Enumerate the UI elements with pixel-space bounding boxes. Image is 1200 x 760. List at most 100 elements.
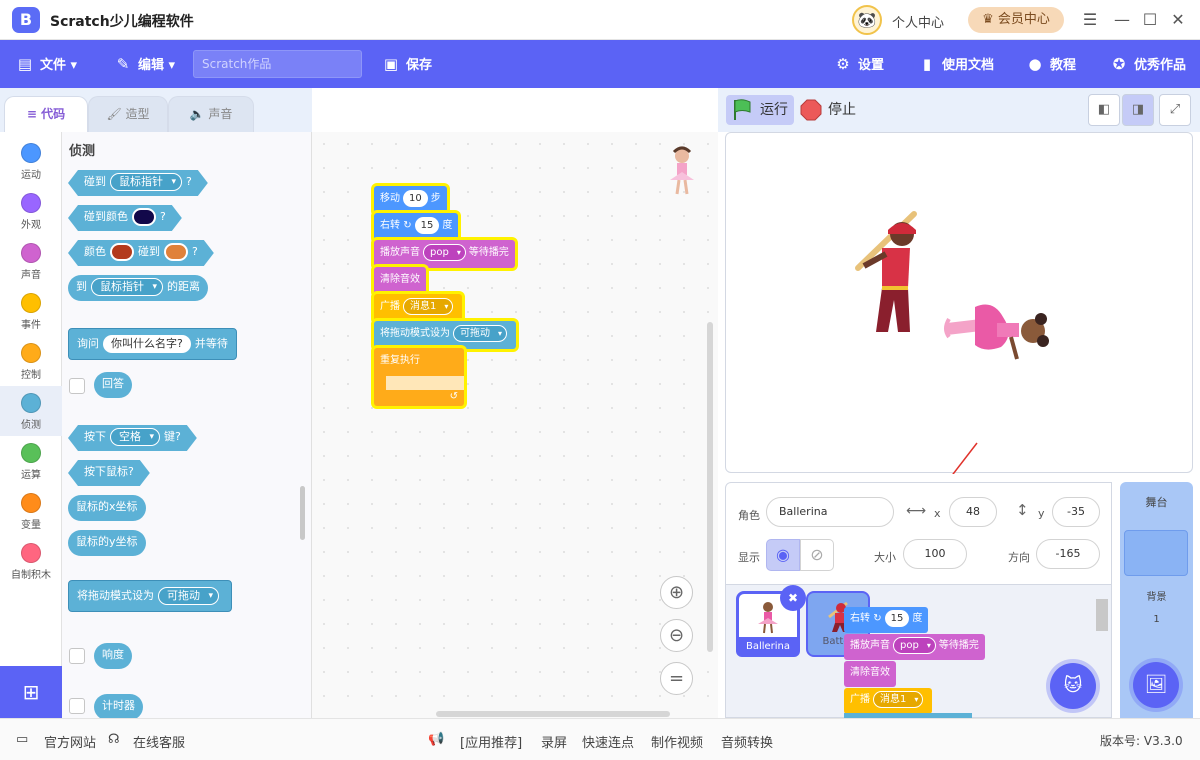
tab-costume[interactable]: 🖌 造型 xyxy=(88,96,168,132)
sprite-name-input[interactable]: Ballerina xyxy=(766,497,894,527)
stage-thumbnail[interactable] xyxy=(1124,530,1188,576)
color-swatch[interactable] xyxy=(110,243,134,261)
dropdown[interactable]: 鼠标指针 xyxy=(110,173,182,191)
block-distance-to[interactable]: 到鼠标指针的距离 xyxy=(68,275,208,301)
script-scrollbar-horizontal[interactable] xyxy=(436,711,670,717)
zoom-reset-button[interactable]: = xyxy=(660,662,693,695)
script-forever-block[interactable]: 重复执行 ↺ xyxy=(374,348,464,406)
delete-sprite-button[interactable]: ✖ xyxy=(780,585,806,611)
dropdown[interactable]: 消息1 xyxy=(403,298,454,315)
project-name-input[interactable]: Scratch作品 xyxy=(193,50,362,78)
category-8[interactable]: 变量 xyxy=(0,486,62,536)
dropdown[interactable]: pop xyxy=(423,244,466,261)
showcase-button[interactable]: ✪ 优秀作品 xyxy=(1110,40,1186,88)
website-link[interactable]: 官方网站 xyxy=(44,732,96,751)
dropdown[interactable]: 可拖动 xyxy=(158,587,219,605)
audio-link[interactable]: 音频转换 xyxy=(721,732,773,751)
clicker-link[interactable]: 快速连点 xyxy=(582,732,634,751)
edit-menu[interactable]: ✎ 编辑 ▾ xyxy=(114,40,175,88)
vip-center-button[interactable]: ♛ 会员中心 xyxy=(968,7,1064,33)
block-set-drag-mode[interactable]: 将拖动模式设为 可拖动 xyxy=(68,580,232,612)
hide-sprite-button[interactable]: ⊘ xyxy=(800,539,834,571)
stop-button[interactable]: 停止 xyxy=(800,95,870,125)
text-input[interactable]: 你叫什么名字? xyxy=(103,335,191,353)
script-move-block[interactable]: 移动 10 步 xyxy=(374,186,447,214)
script-play-sound-block[interactable]: 播放声音pop等待播完 xyxy=(374,240,515,268)
block-key-pressed[interactable]: 按下空格键? xyxy=(68,425,197,451)
size-input[interactable]: 100 xyxy=(903,539,967,569)
color-swatch[interactable] xyxy=(164,243,188,261)
block-answer[interactable]: 回答 xyxy=(94,372,132,398)
tutorial-button[interactable]: ● 教程 xyxy=(1026,40,1076,88)
block-mouse-x[interactable]: 鼠标的x坐标 xyxy=(68,495,146,521)
checkbox[interactable] xyxy=(69,648,85,664)
palette-scrollbar[interactable] xyxy=(300,486,305,540)
block-mouse-down[interactable]: 按下鼠标? xyxy=(68,460,150,486)
run-button[interactable]: 运行 xyxy=(726,95,794,125)
dragged-clear-effects-block[interactable]: 清除音效 xyxy=(844,661,896,687)
record-link[interactable]: 录屏 xyxy=(541,732,567,751)
settings-button[interactable]: ⚙ 设置 xyxy=(834,40,884,88)
checkbox[interactable] xyxy=(69,698,85,714)
number-input[interactable]: 15 xyxy=(884,610,910,627)
category-2[interactable]: 外观 xyxy=(0,186,62,236)
direction-input[interactable]: -165 xyxy=(1036,539,1100,569)
script-clear-effects-block[interactable]: 清除音效 xyxy=(374,267,426,295)
number-input[interactable]: 10 xyxy=(403,190,428,207)
stage-canvas[interactable] xyxy=(725,132,1193,474)
tab-code[interactable]: ≡ 代码 xyxy=(4,96,88,132)
add-extension-button[interactable]: ⊞ xyxy=(0,666,62,718)
category-9[interactable]: 自制积木 xyxy=(0,536,62,586)
dropdown[interactable]: 空格 xyxy=(110,428,160,446)
script-turn-block[interactable]: 右转 ↻ 15 度 xyxy=(374,213,459,241)
dropdown[interactable]: 消息1 xyxy=(873,691,924,708)
menu-icon[interactable]: ☰ xyxy=(1078,8,1102,32)
category-5[interactable]: 控制 xyxy=(0,336,62,386)
dragged-broadcast-block[interactable]: 广播 消息1 xyxy=(844,688,933,714)
block-ask-and-wait[interactable]: 询问 你叫什么名字? 并等待 xyxy=(68,328,237,360)
dropdown[interactable]: 可拖动 xyxy=(453,325,507,342)
minimize-icon[interactable]: — xyxy=(1110,8,1134,32)
close-icon[interactable]: ✕ xyxy=(1166,8,1190,32)
block-loudness[interactable]: 响度 xyxy=(94,643,132,669)
show-sprite-button[interactable]: ◉ xyxy=(766,539,800,571)
color-swatch[interactable] xyxy=(132,208,156,226)
category-6[interactable]: 侦测 xyxy=(0,386,62,436)
normal-stage-button[interactable]: ◨ xyxy=(1122,94,1154,126)
category-3[interactable]: 声音 xyxy=(0,236,62,286)
file-menu[interactable]: ▤ 文件 ▾ xyxy=(16,40,77,88)
script-set-drag-block[interactable]: 将拖动模式设为 可拖动 xyxy=(374,321,516,349)
script-area[interactable]: 移动10步 右转 ↻15度 播放声音pop等待播完 清除音效 广播消息1 将拖动… xyxy=(312,132,718,718)
zoom-in-button[interactable]: ⊕ xyxy=(660,576,693,609)
avatar[interactable]: 🐼 xyxy=(852,5,882,35)
docs-button[interactable]: ▮ 使用文档 xyxy=(918,40,994,88)
block-touching[interactable]: 碰到鼠标指针? xyxy=(68,170,208,196)
add-backdrop-button[interactable]: 🖼 xyxy=(1133,662,1179,708)
block-color-touching[interactable]: 颜色 碰到? xyxy=(68,240,214,266)
block-touching-color[interactable]: 碰到颜色? xyxy=(68,205,182,231)
y-input[interactable]: -35 xyxy=(1052,497,1100,527)
script-scrollbar-vertical[interactable] xyxy=(707,322,713,652)
video-link[interactable]: 制作视频 xyxy=(651,732,703,751)
add-sprite-button[interactable]: 🐱 xyxy=(1050,663,1096,709)
block-mouse-y[interactable]: 鼠标的y坐标 xyxy=(68,530,146,556)
dropdown[interactable]: pop xyxy=(893,637,936,654)
category-1[interactable]: 运动 xyxy=(0,136,62,186)
dragged-play-sound-block[interactable]: 播放声音pop等待播完 xyxy=(844,634,985,660)
dragged-turn-block[interactable]: 右转 ↻ 15 度 xyxy=(844,607,929,633)
service-link[interactable]: 在线客服 xyxy=(133,732,185,751)
checkbox[interactable] xyxy=(69,378,85,394)
sprite-list-scrollbar[interactable] xyxy=(1096,599,1108,631)
category-4[interactable]: 事件 xyxy=(0,286,62,336)
category-7[interactable]: 运算 xyxy=(0,436,62,486)
x-input[interactable]: 48 xyxy=(949,497,997,527)
stage-selector[interactable]: 舞台 背景 1 🖼 xyxy=(1120,482,1193,718)
save-button[interactable]: ▣ 保存 xyxy=(382,40,432,88)
block-timer[interactable]: 计时器 xyxy=(94,694,143,720)
tab-sound[interactable]: 🔈 声音 xyxy=(168,96,254,132)
user-center-link[interactable]: 个人中心 xyxy=(892,12,944,31)
small-stage-button[interactable]: ◧ xyxy=(1088,94,1120,126)
fullscreen-button[interactable]: ⤢ xyxy=(1159,94,1191,126)
maximize-icon[interactable]: ☐ xyxy=(1138,8,1162,32)
dropdown[interactable]: 鼠标指针 xyxy=(91,278,163,296)
